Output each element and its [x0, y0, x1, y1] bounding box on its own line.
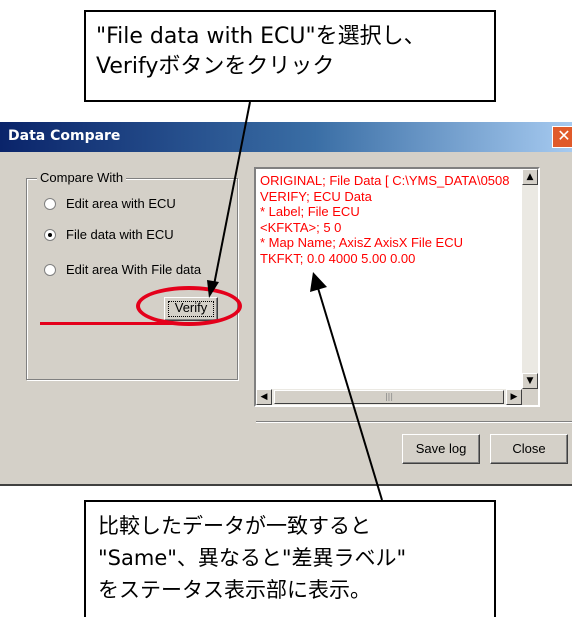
- arrow-to-log-head: [310, 272, 327, 292]
- annotation-arrows: [207, 101, 383, 501]
- arrow-to-verify: [212, 101, 251, 291]
- arrow-to-log: [317, 287, 383, 501]
- arrow-to-verify-head: [207, 280, 219, 298]
